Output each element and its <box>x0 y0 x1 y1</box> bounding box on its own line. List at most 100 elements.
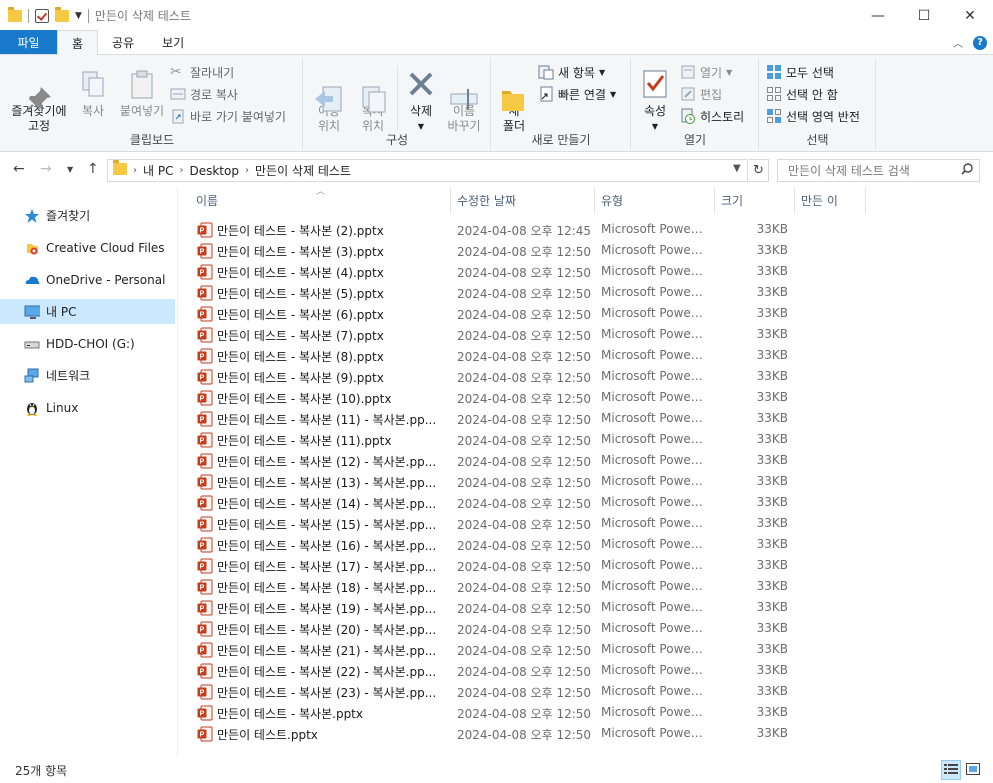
file-row[interactable]: P 만든이 테스트 - 복사본 (3).pptx 2024-04-08 오후 12:… <box>190 240 790 261</box>
forward-arrow-icon[interactable]: → <box>40 161 52 177</box>
file-row[interactable]: P 만든이 테스트 - 복사본 (20) - 복사본.pp... 2024-04-0… <box>190 618 790 639</box>
back-arrow-icon[interactable]: ← <box>13 161 25 177</box>
column-header-name[interactable]: 이름 ︿ <box>190 187 451 214</box>
address-bar[interactable]: › 내 PC › Desktop › 만든이 삭제 테스트 <box>107 159 748 182</box>
breadcrumb-current-folder[interactable]: 만든이 삭제 테스트 <box>255 162 351 179</box>
open-label: 열기 <box>700 65 723 80</box>
nav-item-label: HDD-CHOI (G:) <box>46 336 135 351</box>
pin-to-quick-access-button[interactable]: 즐겨찾기에 고정 <box>8 68 70 134</box>
invert-selection-button[interactable]: 선택 영역 반전 <box>766 106 860 126</box>
file-row[interactable]: P 만든이 테스트 - 복사본 (11).pptx 2024-04-08 오후 12… <box>190 429 790 450</box>
tab-view[interactable]: 보기 <box>148 30 198 54</box>
file-row[interactable]: P 만든이 테스트 - 복사본 (22) - 복사본.pp... 2024-04-0… <box>190 660 790 681</box>
copy-path-button[interactable]: 경로 복사 <box>170 84 238 104</box>
properties-quick-icon[interactable] <box>35 8 49 23</box>
nav-item-quick-access[interactable]: 즐겨찾기 <box>0 203 175 228</box>
recent-locations-chevron-icon[interactable]: ▼ <box>67 165 73 174</box>
rename-button[interactable]: 이름 바꾸기 <box>442 68 486 134</box>
help-icon[interactable]: ? <box>973 35 987 50</box>
file-row[interactable]: P 만든이 테스트 - 복사본.pptx 2024-04-08 오후 12:50 Mi… <box>190 702 790 723</box>
file-size: 33KB <box>756 705 788 719</box>
breadcrumb-this-pc[interactable]: 내 PC <box>143 162 173 179</box>
chevron-right-icon[interactable]: › <box>179 165 183 176</box>
copy-button[interactable]: 복사 <box>74 68 112 119</box>
search-input[interactable]: 만든이 삭제 테스트 검색 <box>777 159 980 182</box>
file-row[interactable]: P 만든이 테스트.pptx 2024-04-08 오후 12:50 Microsof… <box>190 723 790 744</box>
new-item-button[interactable]: 새 항목 ▼ <box>538 62 605 82</box>
chevron-right-icon[interactable]: › <box>245 165 249 176</box>
file-date: 2024-04-08 오후 12:50 <box>457 413 592 427</box>
new-folder-button[interactable]: 새 폴더 <box>498 68 530 134</box>
nav-item-network[interactable]: 네트워크 <box>0 363 175 388</box>
powerpoint-file-icon: P <box>197 516 213 532</box>
file-row[interactable]: P 만든이 테스트 - 복사본 (9).pptx 2024-04-08 오후 12:… <box>190 366 790 387</box>
nav-item-hdd[interactable]: HDD-CHOI (G:) <box>0 331 175 356</box>
file-row[interactable]: P 만든이 테스트 - 복사본 (21) - 복사본.pp... 2024-04-0… <box>190 639 790 660</box>
nav-item-onedrive[interactable]: OneDrive - Personal <box>0 267 175 292</box>
file-row[interactable]: P 만든이 테스트 - 복사본 (10).pptx 2024-04-08 오후 12… <box>190 387 790 408</box>
file-name: 만든이 테스트 - 복사본 (2).pptx <box>217 224 384 238</box>
new-folder-quick-icon[interactable] <box>55 6 69 22</box>
file-row[interactable]: P 만든이 테스트 - 복사본 (13) - 복사본.pp... 2024-04-0… <box>190 471 790 492</box>
column-header-type[interactable]: 유형 <box>595 187 715 214</box>
select-all-button[interactable]: 모두 선택 <box>766 62 834 82</box>
chevron-right-icon[interactable]: › <box>133 165 137 176</box>
delete-button[interactable]: 삭제 ▼ <box>402 68 440 134</box>
file-row[interactable]: P 만든이 테스트 - 복사본 (11) - 복사본.pp... 2024-04-0… <box>190 408 790 429</box>
column-header-size[interactable]: 크기 <box>715 187 795 214</box>
file-row[interactable]: P 만든이 테스트 - 복사본 (4).pptx 2024-04-08 오후 12:… <box>190 261 790 282</box>
paste-button[interactable]: 붙여넣기 <box>114 68 170 119</box>
up-arrow-icon[interactable]: ↑ <box>87 161 99 177</box>
file-row[interactable]: P 만든이 테스트 - 복사본 (19) - 복사본.pp... 2024-04-0… <box>190 597 790 618</box>
file-row[interactable]: P 만든이 테스트 - 복사본 (5).pptx 2024-04-08 오후 12:… <box>190 282 790 303</box>
nav-item-linux[interactable]: Linux <box>0 395 175 420</box>
file-row[interactable]: P 만든이 테스트 - 복사본 (12) - 복사본.pp... 2024-04-0… <box>190 450 790 471</box>
file-row[interactable]: P 만든이 테스트 - 복사본 (16) - 복사본.pp... 2024-04-0… <box>190 534 790 555</box>
select-none-button[interactable]: 선택 안 함 <box>766 84 838 104</box>
close-button[interactable]: ✕ <box>947 0 993 31</box>
file-date: 2024-04-08 오후 12:50 <box>457 518 592 532</box>
large-icons-view-button[interactable] <box>963 760 983 780</box>
file-size: 33KB <box>756 579 788 593</box>
file-row[interactable]: P 만든이 테스트 - 복사본 (2).pptx 2024-04-08 오후 12:… <box>190 219 790 240</box>
tab-home[interactable]: 홈 <box>57 30 99 55</box>
collapse-ribbon-icon[interactable]: ︿ <box>953 35 963 50</box>
details-view-button[interactable] <box>941 760 961 780</box>
column-header-label: 만든 이 <box>801 194 838 208</box>
customize-toolbar-dropdown-icon[interactable]: ▼ <box>75 11 82 21</box>
file-row[interactable]: P 만든이 테스트 - 복사본 (18) - 복사본.pp... 2024-04-0… <box>190 576 790 597</box>
file-row[interactable]: P 만든이 테스트 - 복사본 (17) - 복사본.pp... 2024-04-0… <box>190 555 790 576</box>
column-header-author[interactable]: 만든 이 <box>795 187 866 214</box>
clipboard-group: 즐겨찾기에 고정 복사 붙여넣기 ✂ 잘라내기 경로 복사 바로 가기 붙여넣기… <box>2 58 303 150</box>
move-to-button[interactable]: 이동 위치 <box>310 68 348 134</box>
file-row[interactable]: P 만든이 테스트 - 복사본 (8).pptx 2024-04-08 오후 12:… <box>190 345 790 366</box>
open-button[interactable]: 열기 ▼ <box>680 62 732 82</box>
history-button[interactable]: 히스토리 <box>680 106 744 126</box>
cut-button[interactable]: ✂ 잘라내기 <box>170 62 234 82</box>
file-name: 만든이 테스트 - 복사본 (20) - 복사본.pp... <box>217 623 437 637</box>
tab-share[interactable]: 공유 <box>98 30 148 54</box>
paste-shortcut-button[interactable]: 바로 가기 붙여넣기 <box>170 106 286 126</box>
nav-item-this-pc[interactable]: 내 PC <box>0 299 175 324</box>
refresh-button[interactable]: ↻ <box>749 159 769 182</box>
easy-access-button[interactable]: 빠른 연결 ▼ <box>538 84 616 104</box>
file-row[interactable]: P 만든이 테스트 - 복사본 (23) - 복사본.pp... 2024-04-0… <box>190 681 790 702</box>
column-header-label: 유형 <box>601 194 624 208</box>
properties-button[interactable]: 속성 ▼ <box>638 68 672 134</box>
file-size: 33KB <box>756 516 788 530</box>
copy-to-button[interactable]: 복사 위치 <box>354 68 392 134</box>
nav-item-creative-cloud[interactable]: Creative Cloud Files <box>0 235 175 260</box>
edit-button[interactable]: 편집 <box>680 84 722 104</box>
file-row[interactable]: P 만든이 테스트 - 복사본 (7).pptx 2024-04-08 오후 12:… <box>190 324 790 345</box>
maximize-button[interactable]: ☐ <box>901 0 947 31</box>
file-row[interactable]: P 만든이 테스트 - 복사본 (15) - 복사본.pp... 2024-04-0… <box>190 513 790 534</box>
minimize-button[interactable]: — <box>855 0 901 31</box>
file-row[interactable]: P 만든이 테스트 - 복사본 (14) - 복사본.pp... 2024-04-0… <box>190 492 790 513</box>
address-dropdown-icon[interactable]: ▼ <box>733 163 741 174</box>
breadcrumb-desktop[interactable]: Desktop <box>189 164 239 178</box>
powerpoint-file-icon: P <box>197 369 213 385</box>
tab-file[interactable]: 파일 <box>0 30 57 54</box>
file-row[interactable]: P 만든이 테스트 - 복사본 (6).pptx 2024-04-08 오후 12:… <box>190 303 790 324</box>
column-header-date[interactable]: 수정한 날짜 <box>451 187 595 214</box>
cut-label: 잘라내기 <box>190 65 235 80</box>
